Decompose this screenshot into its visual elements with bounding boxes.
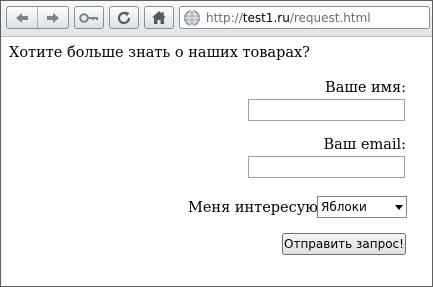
reload-button[interactable]: [110, 7, 138, 28]
home-icon: [152, 11, 166, 24]
browser-toolbar: http://test1.ru/request.html: [1, 1, 432, 37]
back-arrow-icon: [16, 12, 28, 23]
key-icon: [79, 12, 98, 23]
interest-select-value: Яблоки: [321, 200, 367, 214]
url-scheme: http://: [206, 10, 243, 25]
reload-group: [109, 6, 139, 29]
url-host: test1.ru: [242, 10, 290, 25]
browser-window: http://test1.ru/request.html Хотите боль…: [0, 0, 433, 287]
back-button[interactable]: [7, 7, 38, 28]
address-bar[interactable]: http://test1.ru/request.html: [179, 6, 430, 29]
url-text: http://test1.ru/request.html: [206, 11, 371, 25]
page-question: Хотите больше знать о наших товарах?: [9, 45, 310, 61]
nav-arrows-group: [6, 6, 69, 29]
interest-label: Меня интересуют:: [188, 200, 331, 216]
name-field[interactable]: [248, 99, 405, 121]
identity-group: [74, 6, 104, 29]
url-path: /request.html: [289, 10, 371, 25]
home-group: [144, 6, 174, 29]
email-field[interactable]: [248, 156, 405, 178]
reload-icon: [117, 11, 131, 24]
forward-button[interactable]: [38, 7, 68, 28]
submit-button[interactable]: Отправить запрос!: [282, 233, 406, 255]
forward-arrow-icon: [47, 12, 59, 23]
email-label: Ваш email:: [323, 137, 406, 153]
page-content: Хотите больше знать о наших товарах? Ваш…: [1, 37, 432, 286]
name-label: Ваше имя:: [325, 80, 406, 96]
globe-icon: [184, 9, 200, 26]
dropdown-arrow-icon: [392, 204, 406, 210]
home-button[interactable]: [145, 7, 173, 28]
site-identity-button[interactable]: [75, 7, 103, 28]
interest-select[interactable]: Яблоки: [317, 196, 407, 218]
